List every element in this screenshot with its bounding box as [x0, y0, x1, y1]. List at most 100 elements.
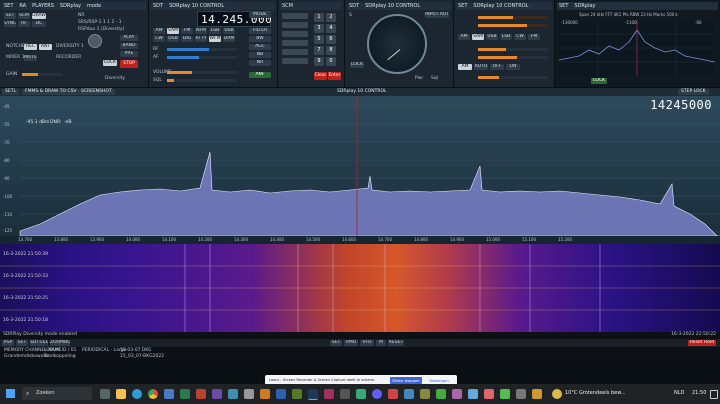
app-icon-3[interactable]: [212, 389, 222, 399]
dial-lock-button[interactable]: LOCK: [350, 62, 364, 68]
app-icon-5[interactable]: [244, 389, 254, 399]
band-btn-6[interactable]: [282, 58, 308, 64]
panel-tab[interactable]: SET: [559, 2, 568, 10]
gain-bar[interactable]: [22, 73, 62, 76]
mode-sam[interactable]: SAM: [167, 28, 179, 34]
tab-players[interactable]: PLAYERS: [32, 2, 54, 10]
mode-nfm[interactable]: NFM: [195, 28, 207, 34]
bottom-m[interactable]: M: [376, 340, 386, 346]
band-button[interactable]: BAND: [120, 43, 138, 49]
hide-notification-button[interactable]: Verbergen: [425, 377, 453, 384]
app-icon-1[interactable]: [180, 389, 190, 399]
mini-lock-button[interactable]: LOCK: [591, 78, 607, 84]
key-8[interactable]: 8: [326, 46, 336, 55]
agc-button[interactable]: AGC: [249, 44, 271, 50]
tab-screenshot[interactable]: SCREENSHOT: [78, 89, 115, 95]
app-icon-13[interactable]: [404, 389, 414, 399]
pre-button[interactable]: PRE: [120, 51, 138, 57]
tab-ra[interactable]: RA: [19, 2, 26, 10]
mini-spectrum[interactable]: [559, 20, 715, 76]
band-btn-5[interactable]: [282, 49, 308, 55]
tab-fmms-draw-csv[interactable]: FMMS & DRAW TO CSV: [22, 89, 80, 95]
lock-button[interactable]: LOCK: [103, 60, 117, 66]
app-icon-15[interactable]: [436, 389, 446, 399]
tab-set[interactable]: SET: [4, 2, 13, 10]
app-icon-11[interactable]: [356, 389, 366, 399]
bw-button[interactable]: BW: [249, 36, 271, 42]
filter-fm[interactable]: FM: [528, 34, 540, 40]
reset-hold-button[interactable]: Reset Hold: [688, 340, 716, 346]
set-button[interactable]: SET: [4, 13, 16, 19]
filter-button[interactable]: FILTER: [249, 28, 271, 34]
bottom-rsp[interactable]: RSP: [2, 340, 14, 346]
mode-dig[interactable]: DIG: [181, 36, 193, 42]
bottom-set[interactable]: SET: [16, 340, 28, 346]
loom-icon[interactable]: [372, 389, 382, 399]
rf-button[interactable]: RF: [18, 21, 30, 27]
panel-tab[interactable]: SDT: [349, 2, 359, 10]
explorer-icon[interactable]: [116, 389, 126, 399]
filter-bar-3[interactable]: [478, 48, 548, 51]
nb-button[interactable]: NB: [249, 52, 271, 58]
start-icon[interactable]: [6, 389, 15, 398]
input-auto-button[interactable]: INPUT AUTO: [425, 12, 449, 18]
enter-button[interactable]: Enter: [328, 72, 341, 80]
band-btn-1[interactable]: [282, 13, 308, 19]
stop-button[interactable]: STOP: [120, 60, 138, 68]
sync-button[interactable]: SYNC: [4, 21, 16, 27]
bottom-reset[interactable]: RESET: [388, 340, 404, 346]
app-icon-8[interactable]: [292, 389, 302, 399]
filter-sam[interactable]: SAM: [472, 34, 484, 40]
mode-dsb[interactable]: DSB: [167, 36, 179, 42]
sql-slider[interactable]: [167, 79, 237, 82]
app-icon-14[interactable]: [420, 389, 430, 399]
key-5[interactable]: 5: [314, 35, 324, 44]
agc-auto-button[interactable]: AUTO: [474, 64, 488, 70]
bottom-vfo[interactable]: VFO: [360, 340, 374, 346]
search-box[interactable]: ⌕ Zoeken: [22, 387, 92, 400]
band-btn-4[interactable]: [282, 40, 308, 46]
stop-sharing-button[interactable]: Delen stoppen: [390, 377, 422, 384]
play-button[interactable]: PLAY: [120, 35, 138, 41]
mode-wfm[interactable]: WFM: [209, 36, 221, 42]
mode-button[interactable]: MODE: [249, 12, 271, 18]
app-icon-17[interactable]: [468, 389, 478, 399]
scm-button[interactable]: SCM: [18, 13, 30, 19]
mode-usb[interactable]: USB: [223, 28, 235, 34]
filter-cw[interactable]: CW: [514, 34, 526, 40]
bottom-center-set[interactable]: SET: [330, 340, 342, 346]
bottom-sdt-led[interactable]: SDT-LED: [30, 340, 48, 346]
filter-bar-5[interactable]: [478, 76, 548, 79]
app-icon-18[interactable]: [484, 389, 494, 399]
ant-button[interactable]: ANT: [39, 44, 52, 50]
agc-am-button[interactable]: AM: [458, 64, 472, 70]
filter-bar-2[interactable]: [478, 24, 548, 27]
app-icon-2[interactable]: [196, 389, 206, 399]
agc-on-button[interactable]: ON: [506, 64, 520, 70]
app-icon-4[interactable]: [228, 389, 238, 399]
band-btn-3[interactable]: [282, 31, 308, 37]
filter-lsb[interactable]: LSB: [500, 34, 512, 40]
rec-button[interactable]: REC: [24, 44, 37, 50]
tab-setl[interactable]: SETL: [2, 89, 19, 95]
app-icon-12[interactable]: [388, 389, 398, 399]
dc-button[interactable]: DC: [32, 21, 46, 27]
bottom-vmo[interactable]: VMO: [344, 340, 358, 346]
agc-off-button[interactable]: OFF: [490, 64, 504, 70]
tuning-dial[interactable]: [367, 14, 427, 74]
clock[interactable]: 21:50: [692, 390, 706, 396]
mode-drm[interactable]: DRM: [223, 36, 235, 42]
app-icon-7[interactable]: [276, 389, 286, 399]
app-icon-9[interactable]: [324, 389, 334, 399]
app-icon-20[interactable]: [516, 389, 526, 399]
filter-usb[interactable]: USB: [486, 34, 498, 40]
anf-button[interactable]: ANF: [249, 72, 271, 78]
weather-text[interactable]: 10°C Grotendeels bew...: [565, 390, 626, 396]
mode-lsb[interactable]: LSB: [209, 28, 221, 34]
chrome-icon[interactable]: [148, 389, 158, 399]
draw-button[interactable]: DRAW: [32, 13, 46, 19]
weather-icon[interactable]: [552, 389, 562, 399]
key-1[interactable]: 1: [314, 13, 324, 22]
rf-slider[interactable]: [167, 48, 237, 51]
key-6[interactable]: 6: [326, 35, 336, 44]
